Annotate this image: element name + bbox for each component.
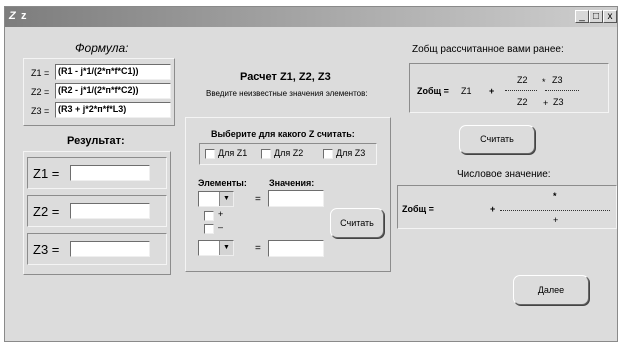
result-heading: Результат: [67, 135, 125, 147]
equals-sign-1: = [255, 194, 261, 205]
zobsh-z2-denominator: Z2 [517, 97, 528, 107]
formula-z3-label: Z3 = [31, 106, 50, 116]
result-z1-field[interactable] [70, 165, 150, 181]
zobsh-plus-2: + [543, 98, 549, 108]
minus-checkbox[interactable] [204, 224, 214, 234]
checkbox-z1-label: Для Z1 [218, 148, 248, 158]
formula-z2-label: Z2 = [31, 87, 50, 97]
value-field-2[interactable] [268, 240, 324, 257]
result-z2-label: Z2 = [33, 204, 60, 219]
zobsh-plus: + [489, 86, 495, 96]
numeric-lhs: Zобщ = [402, 204, 434, 214]
result-z3-label: Z3 = [33, 242, 60, 257]
formula-z3-field[interactable]: (R3 + j*2*п*f*L3) [55, 102, 171, 118]
numeric-plus-2: + [553, 215, 559, 225]
checkbox-z3[interactable] [323, 149, 333, 159]
checkbox-z1[interactable] [205, 149, 215, 159]
checkbox-z2-label: Для Z2 [274, 148, 304, 158]
formula-z1-field[interactable]: (R1 - j*1/(2*п*f*C1)) [55, 64, 171, 80]
values-label: Значения: [269, 178, 315, 188]
numeric-times: * [553, 191, 557, 201]
zobsh-heading: Zобщ рассчитанное вами ранее: [412, 44, 564, 55]
result-z3-field[interactable] [70, 241, 150, 257]
plus-checkbox-label: + [218, 209, 224, 219]
elements-label: Элементы: [198, 178, 247, 188]
zobsh-times: * [542, 77, 546, 87]
zobsh-z1: Z1 [461, 86, 472, 96]
window-title: z [21, 10, 27, 22]
formula-heading: Формула: [75, 41, 129, 55]
calc-heading: Расчет Z1, Z2, Z3 [240, 71, 331, 83]
calc-subheading: Введите неизвестные значения элементов: [206, 89, 368, 98]
plus-checkbox[interactable] [204, 211, 214, 221]
formula-z2-field[interactable]: (R2 - j*1/(2*п*f*C2)) [55, 83, 171, 99]
element-select-1[interactable]: ▼ [198, 191, 234, 207]
app-icon: Z [9, 10, 16, 22]
close-button[interactable]: x [603, 10, 617, 23]
chevron-down-icon[interactable]: ▼ [219, 192, 233, 206]
element-select-2[interactable]: ▼ [198, 240, 234, 256]
chevron-down-icon[interactable]: ▼ [219, 241, 233, 255]
zobsh-z3-numerator: Z3 [552, 75, 563, 85]
calc-group-title: Выберите для какого Z считать: [211, 129, 355, 139]
zobsh-lhs: Zобщ = [417, 86, 449, 96]
next-button[interactable]: Далее [513, 275, 589, 305]
zobsh-fraction-line-1 [505, 90, 537, 91]
equals-sign-2: = [255, 243, 261, 254]
zobsh-fraction-line-2 [545, 90, 579, 91]
numeric-plus: + [490, 204, 496, 214]
checkbox-z3-label: Для Z3 [336, 148, 366, 158]
minimize-button[interactable]: _ [575, 10, 589, 23]
result-z1-label: Z1 = [33, 166, 60, 181]
zobsh-z2-numerator: Z2 [517, 75, 528, 85]
maximize-button[interactable]: □ [589, 10, 603, 23]
checkbox-z2[interactable] [261, 149, 271, 159]
formula-z1-label: Z1 = [31, 68, 50, 78]
calc-element-button[interactable]: Считать [330, 208, 384, 238]
result-z2-field[interactable] [70, 203, 150, 219]
minus-checkbox-label: – [218, 222, 224, 232]
numeric-fraction-line [500, 210, 610, 211]
value-field-1[interactable] [268, 190, 324, 207]
numeric-heading: Числовое значение: [457, 169, 551, 180]
title-bar[interactable]: Z z _ □ x [5, 7, 617, 27]
app-window: Z z _ □ x Формула: Z1 = (R1 - j*1/(2*п*f… [4, 6, 618, 342]
zobsh-z3-denominator: Z3 [553, 97, 564, 107]
zobsh-calc-button[interactable]: Считать [459, 125, 535, 154]
